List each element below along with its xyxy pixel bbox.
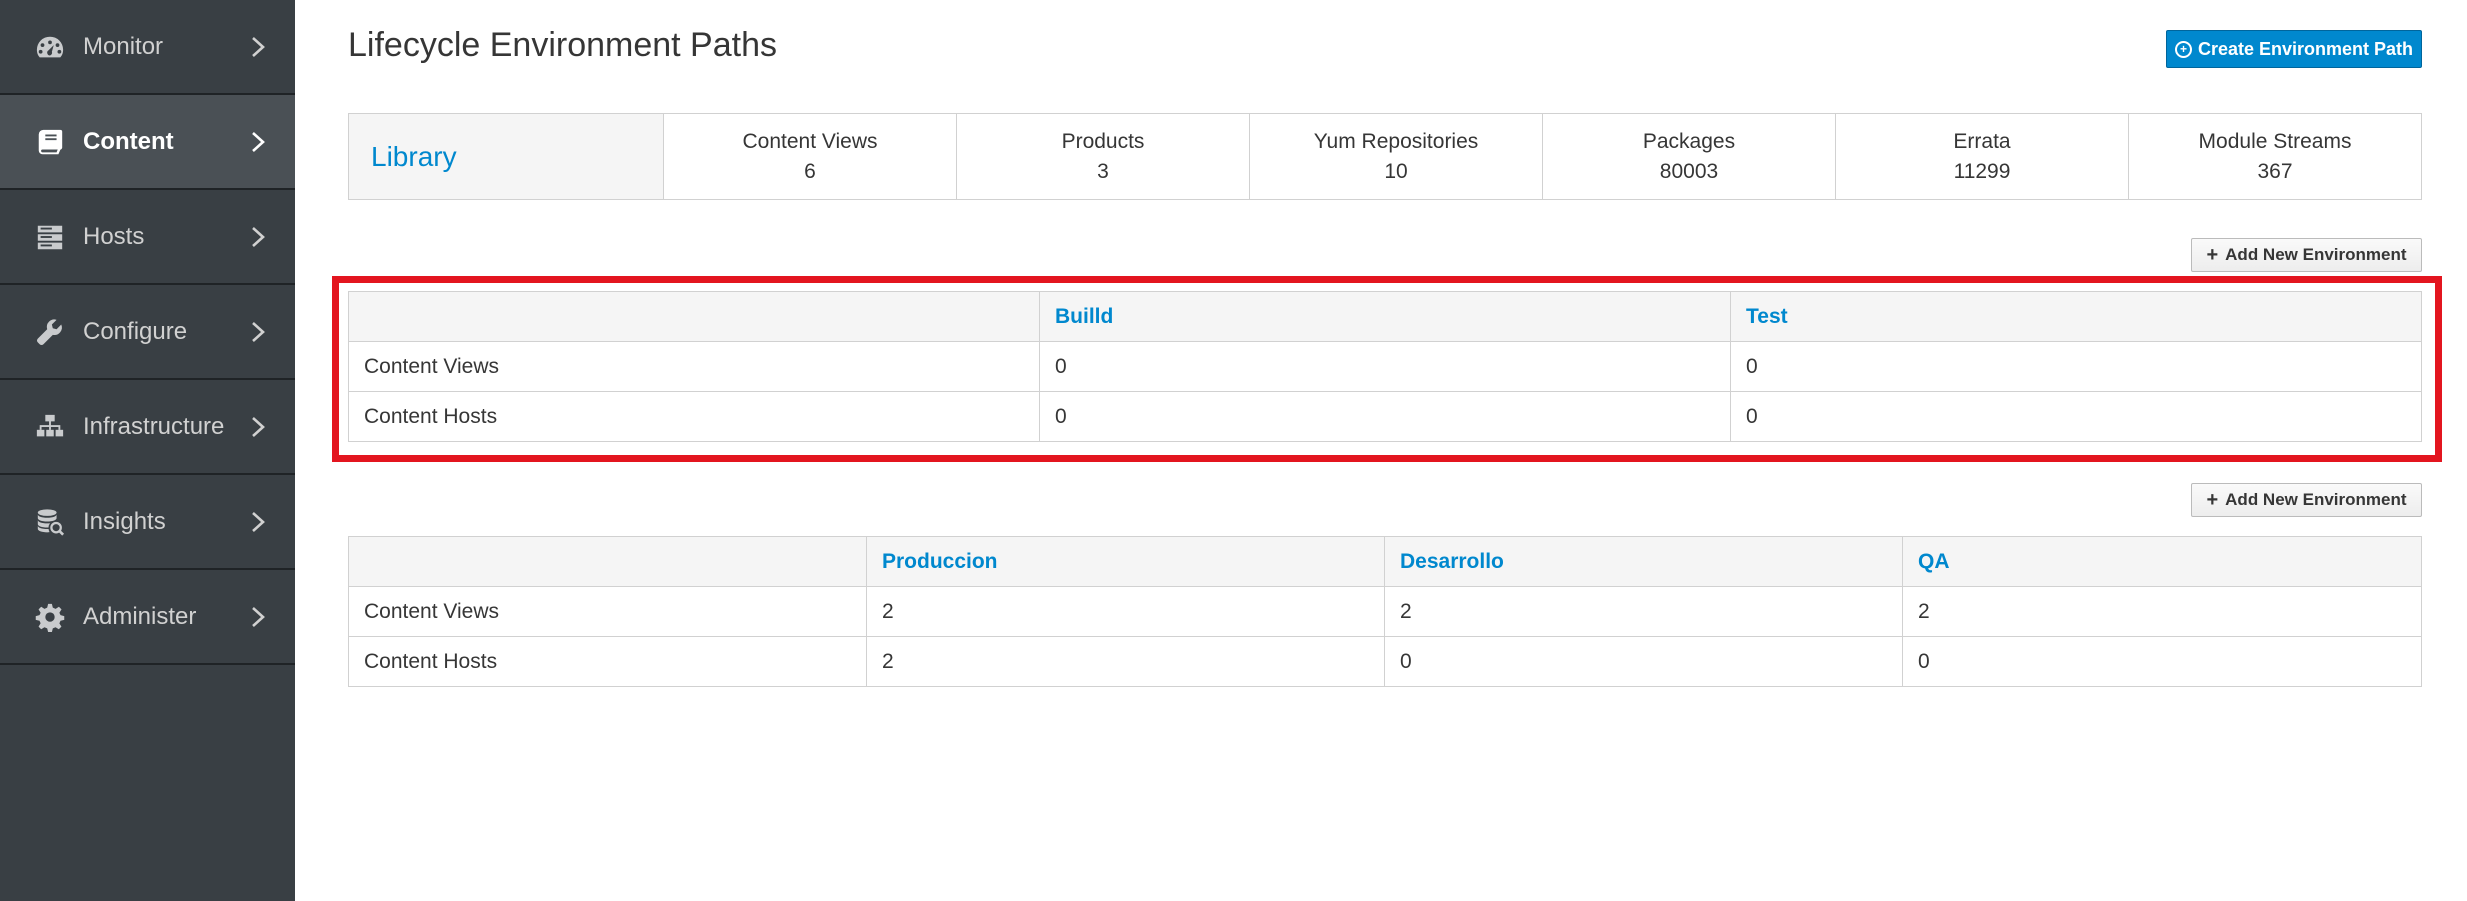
stat-value: 10 <box>1384 159 1408 183</box>
sidebar: Monitor Content Hosts Configure Infrastr… <box>0 0 295 901</box>
stat-label: Products <box>1061 129 1145 153</box>
stat-label: Yum Repositories <box>1313 129 1479 153</box>
sidebar-item-label: Configure <box>83 317 188 345</box>
sidebar-item-label: Insights <box>83 507 166 535</box>
sidebar-item-administer[interactable]: Administer <box>0 570 295 665</box>
sidebar-item-content[interactable]: Content <box>0 95 295 190</box>
table-row: Content Views 2 2 2 <box>348 586 2422 637</box>
library-cell: Library <box>349 114 663 199</box>
environment-link[interactable]: Produccion <box>882 550 998 573</box>
table-cell: 0 <box>1039 341 1731 392</box>
stat-products: Products 3 <box>956 114 1249 199</box>
row-label: Content Views <box>348 586 867 637</box>
add-new-environment-label: Add New Environment <box>2225 490 2407 509</box>
add-new-environment-label: Add New Environment <box>2225 245 2407 264</box>
database-search-icon <box>34 506 66 538</box>
environment-header: QA <box>1902 536 2422 587</box>
stat-module-streams: Module Streams 367 <box>2128 114 2421 199</box>
environment-header: Produccion <box>866 536 1385 587</box>
stat-errata: Errata 11299 <box>1835 114 2128 199</box>
network-icon <box>34 411 66 443</box>
table-cell: 0 <box>1730 341 2422 392</box>
table-cell: 0 <box>1039 391 1731 442</box>
stat-content-views: Content Views 6 <box>663 114 956 199</box>
plus-circle-icon: + <box>2174 40 2192 58</box>
sidebar-item-label: Content <box>83 127 174 155</box>
table-cell: 2 <box>866 586 1385 637</box>
library-summary: Library Content Views 6 Products 3 Yum R… <box>348 113 2422 200</box>
create-environment-path-button[interactable]: + Create Environment Path <box>2166 30 2422 68</box>
chevron-right-icon <box>250 321 266 343</box>
stat-label: Packages <box>1642 129 1736 153</box>
table-header-row: Builld Test <box>348 291 2422 342</box>
table-cell: 2 <box>866 636 1385 687</box>
wrench-icon <box>34 316 66 348</box>
table-cell: 2 <box>1384 586 1903 637</box>
table-header-empty <box>348 536 867 587</box>
stat-value: 3 <box>1097 159 1109 183</box>
gear-icon <box>34 601 66 633</box>
chevron-right-icon <box>250 606 266 628</box>
create-environment-path-label: Create Environment Path <box>2197 38 2414 59</box>
page-title: Lifecycle Environment Paths <box>348 26 777 64</box>
stat-yum-repositories: Yum Repositories 10 <box>1249 114 1542 199</box>
environment-path-table: Produccion Desarrollo QA Content Views 2… <box>348 536 2422 687</box>
environment-header: Builld <box>1039 291 1731 342</box>
row-label: Content Hosts <box>348 391 1040 442</box>
chevron-right-icon <box>250 416 266 438</box>
row-label: Content Views <box>348 341 1040 392</box>
plus-icon: + <box>2206 489 2219 511</box>
stat-value: 367 <box>2257 159 2293 183</box>
add-new-environment-button[interactable]: + Add New Environment <box>2191 483 2422 517</box>
stat-label: Errata <box>1953 129 2011 153</box>
table-row: Content Hosts 0 0 <box>348 391 2422 442</box>
environment-path-table: Builld Test Content Views 0 0 Content Ho… <box>348 291 2422 442</box>
environment-link[interactable]: Builld <box>1055 305 1113 328</box>
chevron-right-icon <box>250 36 266 58</box>
sidebar-item-monitor[interactable]: Monitor <box>0 0 295 95</box>
environment-link[interactable]: QA <box>1918 550 1950 573</box>
chevron-right-icon <box>250 511 266 533</box>
book-icon <box>34 126 66 158</box>
stat-value: 6 <box>804 159 816 183</box>
sidebar-item-label: Infrastructure <box>83 412 225 440</box>
table-cell: 0 <box>1384 636 1903 687</box>
stat-value: 80003 <box>1659 159 1719 183</box>
environment-link[interactable]: Desarrollo <box>1400 550 1504 573</box>
add-new-environment-button[interactable]: + Add New Environment <box>2191 238 2422 272</box>
environment-header: Test <box>1730 291 2422 342</box>
server-icon <box>34 221 66 253</box>
table-cell: 0 <box>1730 391 2422 442</box>
library-link[interactable]: Library <box>371 141 457 173</box>
row-label: Content Hosts <box>348 636 867 687</box>
chevron-right-icon <box>250 131 266 153</box>
table-row: Content Views 0 0 <box>348 341 2422 392</box>
stat-label: Module Streams <box>2198 129 2352 153</box>
table-cell: 2 <box>1902 586 2422 637</box>
sidebar-item-hosts[interactable]: Hosts <box>0 190 295 285</box>
plus-icon: + <box>2206 244 2219 266</box>
sidebar-item-label: Hosts <box>83 222 145 250</box>
stat-label: Content Views <box>742 129 878 153</box>
dashboard-icon <box>34 31 66 63</box>
stat-value: 11299 <box>1953 159 2011 183</box>
stat-packages: Packages 80003 <box>1542 114 1835 199</box>
sidebar-item-label: Monitor <box>83 32 164 60</box>
table-cell: 0 <box>1902 636 2422 687</box>
sidebar-item-label: Administer <box>83 602 197 630</box>
table-row: Content Hosts 2 0 0 <box>348 636 2422 687</box>
environment-link[interactable]: Test <box>1746 305 1788 328</box>
sidebar-item-infrastructure[interactable]: Infrastructure <box>0 380 295 475</box>
table-header-empty <box>348 291 1040 342</box>
table-header-row: Produccion Desarrollo QA <box>348 536 2422 587</box>
chevron-right-icon <box>250 226 266 248</box>
sidebar-item-configure[interactable]: Configure <box>0 285 295 380</box>
sidebar-item-insights[interactable]: Insights <box>0 475 295 570</box>
environment-header: Desarrollo <box>1384 536 1903 587</box>
